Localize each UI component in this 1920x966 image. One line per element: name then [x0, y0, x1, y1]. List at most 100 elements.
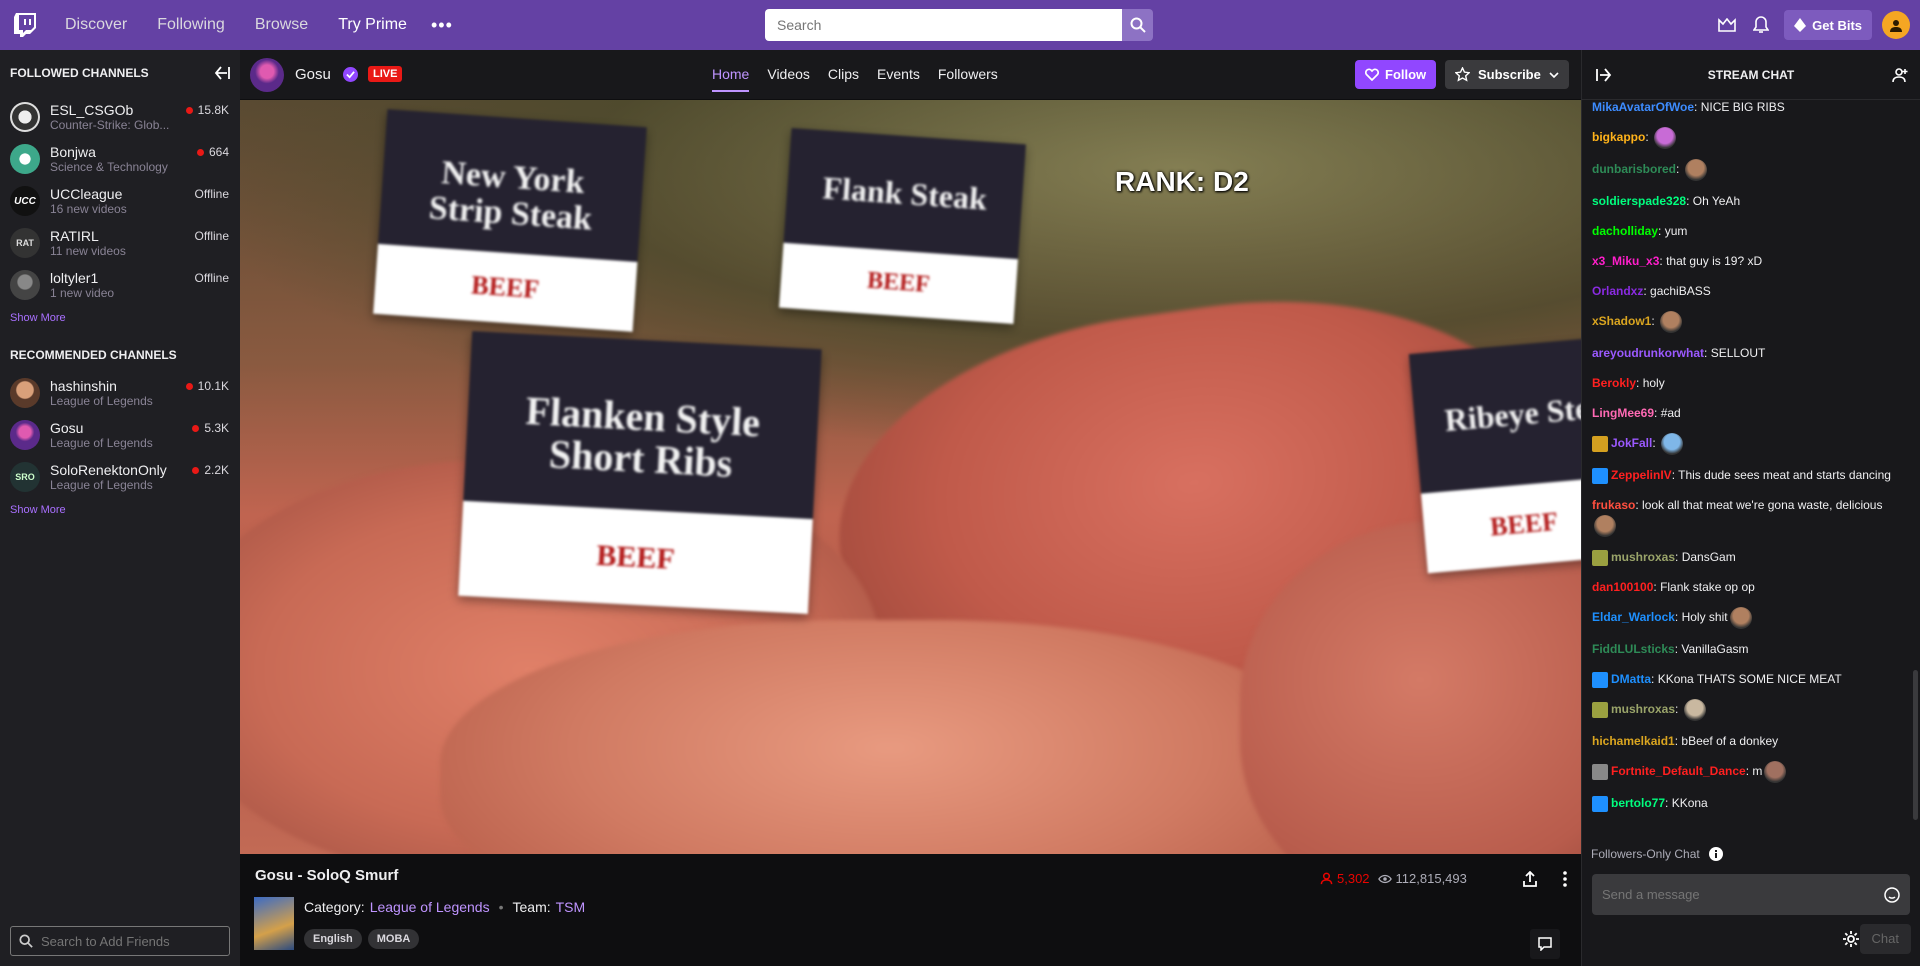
tab-home[interactable]: Home: [703, 50, 758, 100]
tab-clips[interactable]: Clips: [819, 50, 868, 100]
chat-username[interactable]: dan100100: [1592, 580, 1653, 594]
tab-videos[interactable]: Videos: [758, 50, 819, 100]
team-link[interactable]: TSM: [556, 899, 586, 915]
collapse-chat-icon[interactable]: [1596, 68, 1612, 82]
chat-emote[interactable]: [1683, 699, 1706, 721]
chat-username[interactable]: MikaAvatarOfWoe: [1592, 100, 1694, 114]
chat-settings-gear-icon[interactable]: [1842, 930, 1860, 948]
channel-name[interactable]: Gosu: [295, 66, 331, 83]
follow-button[interactable]: Follow: [1355, 60, 1437, 89]
user-badge-icon[interactable]: [1592, 436, 1608, 452]
stream-info: Gosu - SoloQ Smurf Category: League of L…: [240, 854, 1581, 966]
category-link[interactable]: League of Legends: [370, 899, 490, 915]
chat-username[interactable]: Berokly: [1592, 376, 1636, 390]
tab-followers[interactable]: Followers: [929, 50, 1007, 100]
channel-sub: League of Legends: [50, 478, 153, 492]
sidebar-channel-esl-csgob[interactable]: ESL_CSGOb Counter-Strike: Glob... 15.8K: [0, 96, 240, 138]
chat-username[interactable]: xShadow1: [1592, 314, 1651, 328]
chat-username[interactable]: bigkappo: [1592, 130, 1645, 144]
search-button[interactable]: [1122, 9, 1153, 41]
chat-emote[interactable]: [1764, 761, 1787, 783]
more-options-button[interactable]: [1553, 867, 1577, 891]
user-badge-icon[interactable]: [1592, 671, 1608, 688]
share-button[interactable]: [1518, 867, 1542, 891]
chat-username[interactable]: mushroxas: [1611, 550, 1675, 564]
emote-picker-icon[interactable]: [1884, 886, 1900, 903]
notifications-bell-icon[interactable]: [1744, 0, 1778, 50]
video-player[interactable]: New York Strip Steak BEEF Flank Steak BE…: [240, 100, 1581, 854]
user-badge-icon[interactable]: [1592, 795, 1608, 812]
chat-username[interactable]: soldierspade328: [1592, 194, 1686, 208]
chat-username[interactable]: frukaso: [1592, 498, 1635, 512]
sidebar-channel-hashinshin[interactable]: hashinshin League of Legends 10.1K: [0, 372, 240, 414]
sidebar-channel-gosu[interactable]: Gosu League of Legends 5.3K: [0, 414, 240, 456]
chat-emote[interactable]: [1661, 433, 1684, 455]
label-card-brand: BEEF: [1488, 506, 1560, 542]
search-input[interactable]: [765, 9, 1122, 41]
get-bits-button[interactable]: Get Bits: [1784, 10, 1872, 40]
chat-emote[interactable]: [1654, 127, 1677, 149]
user-badge-icon[interactable]: [1592, 764, 1608, 780]
chat-username[interactable]: LingMee69: [1592, 406, 1654, 420]
user-avatar[interactable]: [1882, 11, 1910, 39]
tab-events[interactable]: Events: [868, 50, 929, 100]
info-icon[interactable]: [1708, 846, 1724, 862]
sidebar-channel-loltyler1[interactable]: loltyler1 1 new video Offline: [0, 264, 240, 306]
chat-username[interactable]: x3_Miku_x3: [1592, 254, 1659, 268]
game-box-art[interactable]: [254, 897, 294, 950]
sidebar-channel-uccleague[interactable]: UCC UCCleague 16 new videos Offline: [0, 180, 240, 222]
label-card: Ribeye Ste BEEF: [1408, 336, 1581, 574]
user-badge-icon[interactable]: [1592, 549, 1608, 566]
chat-emote[interactable]: [1594, 515, 1616, 537]
chat-message: JokFall:: [1582, 428, 1902, 460]
chat-username[interactable]: Fortnite_Default_Dance: [1611, 764, 1746, 778]
chat-emote[interactable]: [1684, 159, 1707, 181]
show-more-recommended-link[interactable]: Show More: [0, 498, 240, 520]
chat-username[interactable]: mushroxas: [1611, 702, 1675, 716]
nav-following[interactable]: Following: [142, 0, 240, 50]
tag-moba[interactable]: MOBA: [367, 929, 420, 949]
nav-browse[interactable]: Browse: [240, 0, 323, 50]
chat-text: Holy shit: [1681, 610, 1728, 625]
chat-username[interactable]: Orlandxz: [1592, 284, 1643, 298]
twitch-logo-icon[interactable]: [0, 0, 50, 50]
chat-emote[interactable]: [1729, 607, 1752, 629]
collapse-sidebar-icon[interactable]: [214, 66, 230, 80]
label-card-title: Flanken Style Short Ribs: [463, 331, 822, 520]
chat-username[interactable]: ZeppelinIV: [1611, 468, 1672, 482]
sidebar-channel-solorenektononly[interactable]: SRO SoloRenektonOnly League of Legends 2.…: [0, 456, 240, 498]
more-menu-icon[interactable]: •••: [422, 15, 462, 36]
chat-scrollbar[interactable]: [1913, 670, 1918, 820]
sidebar-channel-bonjwa[interactable]: Bonjwa Science & Technology 664: [0, 138, 240, 180]
nav-try-prime[interactable]: Try Prime: [323, 0, 422, 50]
chat-message: soldierspade328: Oh YeAh: [1582, 186, 1902, 216]
chat-username[interactable]: dunbarisbored: [1592, 162, 1676, 176]
chat-username[interactable]: Eldar_Warlock: [1592, 610, 1675, 624]
tag-english[interactable]: English: [304, 929, 362, 949]
user-badge-icon[interactable]: [1592, 702, 1608, 718]
viewer-count-value: 5,302: [1337, 871, 1370, 886]
chat-bubble-button[interactable]: [1530, 929, 1560, 959]
chat-username[interactable]: bertolo77: [1611, 796, 1665, 810]
subscribe-button[interactable]: Subscribe: [1445, 60, 1569, 89]
show-more-followed-link[interactable]: Show More: [0, 306, 240, 328]
chat-username[interactable]: DMatta: [1611, 672, 1651, 686]
chat-username[interactable]: dacholliday: [1592, 224, 1658, 238]
label-card-title: New York Strip Steak: [378, 109, 647, 262]
prime-crown-icon[interactable]: [1710, 0, 1744, 50]
chat-username[interactable]: FiddLULsticks: [1592, 642, 1675, 656]
chat-colon: :: [1665, 796, 1672, 810]
nav-discover[interactable]: Discover: [50, 0, 142, 50]
chat-username[interactable]: areyoudrunkorwhat: [1592, 346, 1704, 360]
sidebar-channel-ratirl[interactable]: RAT RATIRL 11 new videos Offline: [0, 222, 240, 264]
chat-username[interactable]: JokFall: [1611, 436, 1652, 450]
chat-emote[interactable]: [1660, 311, 1683, 333]
friends-search-input[interactable]: [41, 933, 221, 949]
chat-send-button[interactable]: Chat: [1859, 924, 1911, 954]
channel-avatar[interactable]: [250, 58, 284, 92]
user-badge-icon[interactable]: [1592, 467, 1608, 484]
users-list-icon[interactable]: [1892, 67, 1908, 83]
chat-input[interactable]: [1602, 887, 1862, 902]
chat-username[interactable]: hichamelkaid1: [1592, 734, 1675, 748]
chat-colon: :: [1636, 376, 1643, 390]
